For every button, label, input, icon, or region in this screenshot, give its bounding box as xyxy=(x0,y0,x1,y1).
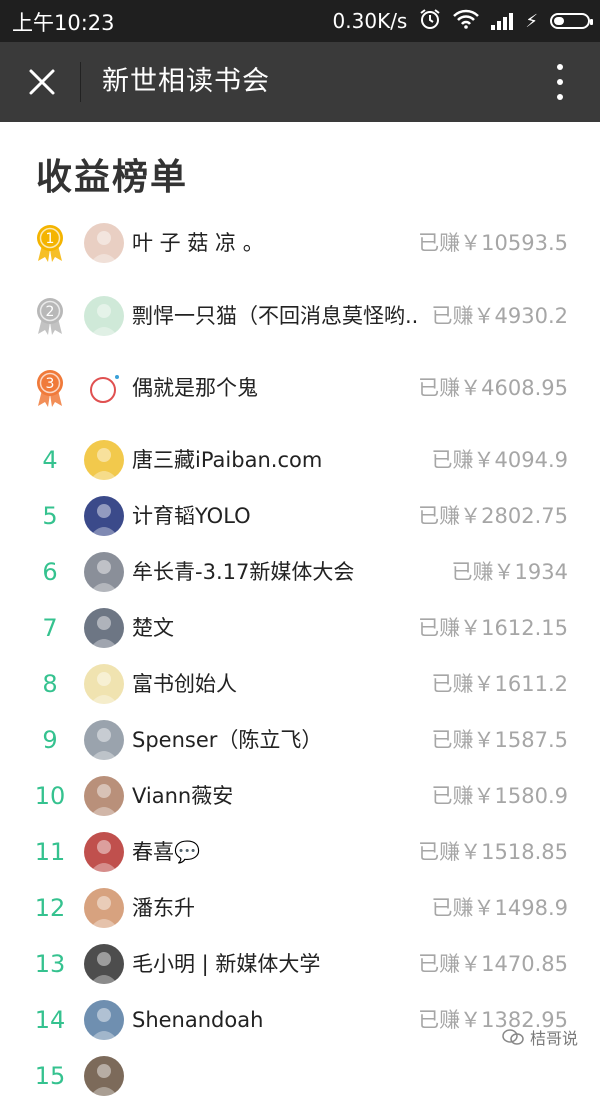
avatar xyxy=(84,1056,124,1096)
status-bar: 上午10:23 0.30K/s ⚡ xyxy=(0,0,600,42)
wifi-icon xyxy=(453,9,480,34)
avatar xyxy=(84,552,124,592)
member-name: 剽悍一只猫（不回消息莫怪哟.. xyxy=(132,304,419,328)
leaderboard-row[interactable]: 12 潘东升 已赚￥1498.9 xyxy=(0,880,600,936)
rank-number: 15 xyxy=(34,1062,66,1090)
avatar xyxy=(84,368,124,408)
watermark-text: 桔哥说 xyxy=(529,1029,578,1048)
member-name: 潘东升 xyxy=(132,896,195,920)
signal-icon xyxy=(491,12,514,30)
earned-amount: 已赚￥1612.15 xyxy=(418,616,568,640)
avatar xyxy=(84,440,124,480)
leaderboard-heading: 收益榜单 xyxy=(36,157,189,198)
member-name: Spenser（陈立飞） xyxy=(132,728,323,752)
member-name: 牟长青-3.17新媒体大会 xyxy=(132,560,355,584)
title-bar: 新世相读书会 xyxy=(0,42,600,122)
avatar xyxy=(84,296,124,336)
member-name: Viann薇安 xyxy=(132,784,234,808)
title-divider xyxy=(80,62,81,102)
avatar xyxy=(84,720,124,760)
earned-amount: 已赚￥10593.5 xyxy=(418,231,568,255)
more-menu-button[interactable] xyxy=(550,64,570,100)
member-name: Shenandoah xyxy=(132,1008,264,1032)
status-indicators: 0.30K/s ⚡ xyxy=(332,7,593,35)
leaderboard-row[interactable]: 13 毛小明 | 新媒体大学 已赚￥1470.85 xyxy=(0,936,600,992)
earned-amount: 已赚￥1934 xyxy=(451,560,568,584)
more-dot-icon xyxy=(557,94,563,100)
earned-amount: 已赚￥1518.85 xyxy=(418,840,568,864)
leaderboard-row[interactable]: 5 计育韬YOLO 已赚￥2802.75 xyxy=(0,488,600,544)
page-title: 新世相读书会 xyxy=(102,66,270,97)
avatar xyxy=(84,888,124,928)
leaderboard-row[interactable]: 7 楚文 已赚￥1612.15 xyxy=(0,600,600,656)
member-name: 楚文 xyxy=(132,616,174,640)
alarm-icon xyxy=(419,8,441,35)
rank-number: 2 xyxy=(46,304,55,320)
avatar xyxy=(84,223,124,263)
more-dot-icon xyxy=(557,64,563,70)
earned-amount: 已赚￥1470.85 xyxy=(418,952,568,976)
rank-number: 12 xyxy=(34,894,66,922)
member-name: 计育韬YOLO xyxy=(132,504,251,528)
avatar xyxy=(84,776,124,816)
leaderboard-row[interactable]: 10 Viann薇安 已赚￥1580.9 xyxy=(0,768,600,824)
earned-amount: 已赚￥1587.5 xyxy=(431,728,568,752)
avatar xyxy=(84,944,124,984)
member-name: 春喜💬 xyxy=(132,840,201,864)
rank-number: 3 xyxy=(46,376,55,392)
medal-icon: 3 xyxy=(34,368,66,408)
watermark: 桔哥说 xyxy=(502,1025,578,1049)
leaderboard-row[interactable]: 3 偶就是那个鬼 已赚￥4608.95 xyxy=(0,360,600,416)
avatar xyxy=(84,664,124,704)
earned-amount: 已赚￥1611.2 xyxy=(431,672,568,696)
rank-number: 4 xyxy=(42,446,58,474)
earned-amount: 已赚￥2802.75 xyxy=(418,504,568,528)
rank-number: 11 xyxy=(34,838,66,866)
member-name: 唐三藏iPaiban.com xyxy=(132,448,323,472)
close-icon xyxy=(29,69,55,95)
rank-number: 5 xyxy=(42,502,58,530)
rank-number: 9 xyxy=(42,726,58,754)
medal-icon: 2 xyxy=(34,296,66,336)
network-speed: 0.30K/s xyxy=(332,9,408,33)
rank-number: 10 xyxy=(34,782,66,810)
rank-number: 8 xyxy=(42,670,58,698)
earned-amount: 已赚￥1498.9 xyxy=(431,896,568,920)
member-name: 毛小明 | 新媒体大学 xyxy=(132,952,321,976)
close-button[interactable] xyxy=(22,62,62,102)
battery-icon xyxy=(550,13,593,29)
rank-number: 6 xyxy=(42,558,58,586)
leaderboard-row[interactable]: 6 牟长青-3.17新媒体大会 已赚￥1934 xyxy=(0,544,600,600)
member-name: 叶 子 菇 凉 。 xyxy=(132,231,264,255)
leaderboard-row[interactable]: 9 Spenser（陈立飞） 已赚￥1587.5 xyxy=(0,712,600,768)
leaderboard-row[interactable]: 8 富书创始人 已赚￥1611.2 xyxy=(0,656,600,712)
earned-amount: 已赚￥4930.2 xyxy=(431,304,568,328)
member-name: 富书创始人 xyxy=(132,672,237,696)
earned-amount: 已赚￥4608.95 xyxy=(418,376,568,400)
avatar xyxy=(84,1000,124,1040)
avatar xyxy=(84,608,124,648)
rank-number: 13 xyxy=(34,950,66,978)
leaderboard-row[interactable]: 1 叶 子 菇 凉 。 已赚￥10593.5 xyxy=(0,215,600,271)
avatar xyxy=(84,832,124,872)
member-name: 偶就是那个鬼 xyxy=(132,376,258,400)
earned-amount: 已赚￥1580.9 xyxy=(431,784,568,808)
avatar xyxy=(84,496,124,536)
leaderboard-row[interactable]: 15 xyxy=(0,1048,600,1104)
rank-number: 7 xyxy=(42,614,58,642)
leaderboard-row[interactable]: 4 唐三藏iPaiban.com 已赚￥4094.9 xyxy=(0,432,600,488)
earned-amount: 已赚￥4094.9 xyxy=(431,448,568,472)
medal-icon: 1 xyxy=(34,223,66,263)
leaderboard-row[interactable]: 2 剽悍一只猫（不回消息莫怪哟.. 已赚￥4930.2 xyxy=(0,288,600,344)
charging-icon: ⚡ xyxy=(525,10,538,32)
wechat-icon xyxy=(502,1029,524,1045)
rank-number: 14 xyxy=(34,1006,66,1034)
status-time: 上午10:23 xyxy=(12,11,115,35)
leaderboard-row[interactable]: 11 春喜💬 已赚￥1518.85 xyxy=(0,824,600,880)
rank-number: 1 xyxy=(46,231,55,247)
more-dot-icon xyxy=(557,79,563,85)
